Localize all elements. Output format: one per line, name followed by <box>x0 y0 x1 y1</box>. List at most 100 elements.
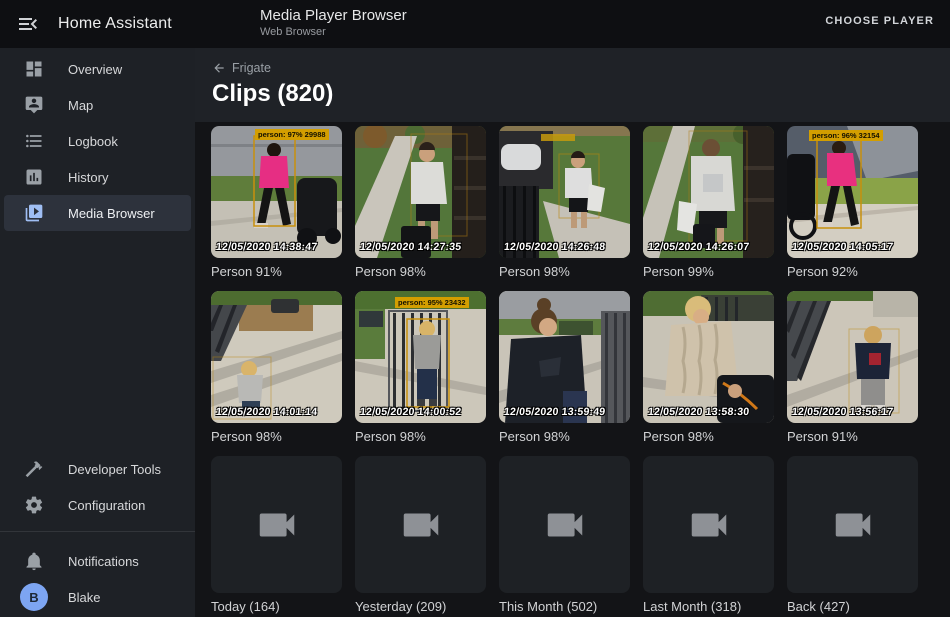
page-header-subtitle: Web Browser <box>260 26 407 38</box>
video-camera-icon <box>542 502 588 548</box>
clip-caption: Person 91% <box>211 264 342 280</box>
clip-caption: Person 98% <box>355 264 486 280</box>
detection-label: person: 96% 32154 <box>809 130 883 141</box>
clip-caption: Person 98% <box>355 429 486 445</box>
clips-grid: person: 97% 29988 12/05/2020 14:38:47 Pe… <box>195 122 950 617</box>
video-camera-icon <box>254 502 300 548</box>
avatar: B <box>20 583 48 611</box>
clip-caption: Person 99% <box>643 264 774 280</box>
folder-icon-box <box>643 456 774 593</box>
clip-image: person: 97% 29988 12/05/2020 14:38:47 <box>211 126 342 258</box>
clip-thumbnail[interactable]: 12/05/2020 14:27:35 Person 98% <box>355 126 486 280</box>
folder-icon-box <box>787 456 918 593</box>
play-box-multiple-icon <box>24 203 44 223</box>
app-header: Home Assistant Media Player Browser Web … <box>0 0 950 48</box>
clip-image: 12/05/2020 14:26:48 <box>499 126 630 258</box>
sidebar-item-developer-tools[interactable]: Developer Tools <box>4 451 191 487</box>
page-title: Clips (820) <box>212 80 333 108</box>
detection-label: person: 95% 23432 <box>395 297 469 308</box>
breadcrumb-label: Frigate <box>232 61 271 75</box>
sidebar-item-label: Media Browser <box>68 206 155 221</box>
clip-image: person: 96% 32154 12/05/2020 14:05:17 <box>787 126 918 258</box>
sidebar: Overview Map Logbook History Media Brows… <box>0 48 195 617</box>
clip-thumbnail[interactable]: 12/05/2020 14:26:07 Person 99% <box>643 126 774 280</box>
clip-caption: Person 98% <box>211 429 342 445</box>
sidebar-item-label: History <box>68 170 108 185</box>
clip-timestamp: 12/05/2020 14:01:14 <box>215 406 317 418</box>
sidebar-item-label: Configuration <box>68 498 145 513</box>
clip-image: person: 95% 23432 12/05/2020 14:00:52 <box>355 291 486 423</box>
sidebar-item-overview[interactable]: Overview <box>4 51 191 87</box>
folder-tile-yesterday[interactable]: Yesterday (209) <box>355 456 486 615</box>
clip-timestamp: 12/05/2020 14:26:48 <box>503 241 605 253</box>
clip-caption: Person 91% <box>787 429 918 445</box>
breadcrumb-back[interactable]: Frigate <box>212 61 271 75</box>
sidebar-item-history[interactable]: History <box>4 159 191 195</box>
clip-image: 12/05/2020 14:27:35 <box>355 126 486 258</box>
folder-tile-last-month[interactable]: Last Month (318) <box>643 456 774 615</box>
clip-caption: Person 98% <box>643 429 774 445</box>
folder-icon-box <box>355 456 486 593</box>
folder-tile-back[interactable]: Back (427) <box>787 456 918 615</box>
folder-tile-this-month[interactable]: This Month (502) <box>499 456 630 615</box>
sidebar-item-label: Logbook <box>68 134 118 149</box>
clip-image: 12/05/2020 14:01:14 <box>211 291 342 423</box>
chart-box-icon <box>24 167 44 187</box>
clip-image: 12/05/2020 13:56:17 <box>787 291 918 423</box>
clip-timestamp: 12/05/2020 14:05:17 <box>791 241 893 253</box>
video-camera-icon <box>830 502 876 548</box>
clip-timestamp: 12/05/2020 14:27:35 <box>359 241 461 253</box>
tooltip-account-icon <box>24 95 44 115</box>
clip-timestamp: 12/05/2020 14:38:47 <box>215 241 317 253</box>
clip-timestamp: 12/05/2020 13:58:30 <box>647 406 749 418</box>
app-title: Home Assistant <box>58 15 172 33</box>
page-header-title: Media Player Browser <box>260 7 407 24</box>
clip-timestamp: 12/05/2020 13:56:17 <box>791 406 893 418</box>
folder-icon-box <box>499 456 630 593</box>
sidebar-item-notifications[interactable]: Notifications <box>4 543 191 579</box>
folder-icon-box <box>211 456 342 593</box>
sidebar-item-label: Map <box>68 98 93 113</box>
content-header: Frigate Clips (820) <box>195 48 950 122</box>
sidebar-item-map[interactable]: Map <box>4 87 191 123</box>
clip-image: 12/05/2020 13:59:49 <box>499 291 630 423</box>
clip-thumbnail[interactable]: 12/05/2020 14:01:14 Person 98% <box>211 291 342 445</box>
gear-icon <box>24 495 44 515</box>
sidebar-item-label: Blake <box>68 590 101 605</box>
sidebar-item-label: Notifications <box>68 554 139 569</box>
detection-label: person: 97% 29988 <box>255 129 329 140</box>
clip-timestamp: 12/05/2020 14:26:07 <box>647 241 749 253</box>
view-dashboard-icon <box>24 59 44 79</box>
clip-caption: Person 92% <box>787 264 918 280</box>
clip-thumbnail[interactable]: 12/05/2020 14:26:48 Person 98% <box>499 126 630 280</box>
bell-icon <box>24 551 44 571</box>
hammer-icon <box>24 459 44 479</box>
clip-thumbnail[interactable]: person: 95% 23432 12/05/2020 14:00:52 Pe… <box>355 291 486 445</box>
folder-label: Yesterday (209) <box>355 599 486 615</box>
sidebar-item-logbook[interactable]: Logbook <box>4 123 191 159</box>
folder-tile-today[interactable]: Today (164) <box>211 456 342 615</box>
clip-caption: Person 98% <box>499 429 630 445</box>
sidebar-item-label: Developer Tools <box>68 462 161 477</box>
list-bulleted-icon <box>24 131 44 151</box>
clip-thumbnail[interactable]: 12/05/2020 13:59:49 Person 98% <box>499 291 630 445</box>
folder-label: Back (427) <box>787 599 918 615</box>
sidebar-item-configuration[interactable]: Configuration <box>4 487 191 523</box>
choose-player-button[interactable]: CHOOSE PLAYER <box>825 15 934 27</box>
clip-thumbnail[interactable]: 12/05/2020 13:58:30 Person 98% <box>643 291 774 445</box>
sidebar-item-media-browser[interactable]: Media Browser <box>4 195 191 231</box>
clip-thumbnail[interactable]: person: 96% 32154 12/05/2020 14:05:17 Pe… <box>787 126 918 280</box>
clip-thumbnail[interactable]: person: 97% 29988 12/05/2020 14:38:47 Pe… <box>211 126 342 280</box>
clip-timestamp: 12/05/2020 14:00:52 <box>359 406 461 418</box>
sidebar-toggle-icon[interactable] <box>16 12 40 36</box>
clip-image: 12/05/2020 13:58:30 <box>643 291 774 423</box>
clip-thumbnail[interactable]: 12/05/2020 13:56:17 Person 91% <box>787 291 918 445</box>
folder-label: Last Month (318) <box>643 599 774 615</box>
folder-label: This Month (502) <box>499 599 630 615</box>
sidebar-divider <box>0 531 195 532</box>
folder-label: Today (164) <box>211 599 342 615</box>
clip-timestamp: 12/05/2020 13:59:49 <box>503 406 605 418</box>
video-camera-icon <box>398 502 444 548</box>
clip-image: 12/05/2020 14:26:07 <box>643 126 774 258</box>
sidebar-item-user-profile[interactable]: B Blake <box>4 579 191 615</box>
